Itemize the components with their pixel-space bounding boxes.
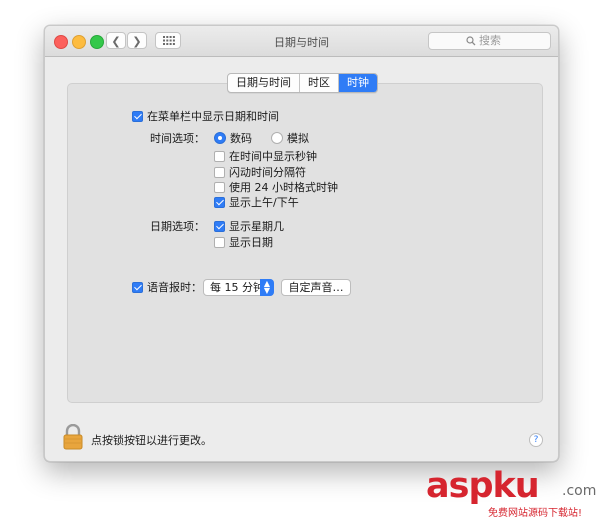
radio-analog[interactable] [271, 132, 283, 144]
search-field[interactable]: 搜索 [428, 32, 551, 50]
show-in-menubar-label: 在菜单栏中显示日期和时间 [147, 110, 279, 123]
show-weekday-row[interactable]: 显示星期几 [214, 220, 284, 234]
radio-digital-label: 数码 [230, 132, 252, 145]
flash-separator-label: 闪动时间分隔符 [229, 166, 306, 179]
tab-bar: 日期与时间 时区 时钟 [227, 73, 378, 93]
tab-date-time[interactable]: 日期与时间 [228, 74, 300, 92]
show-weekday-label: 显示星期几 [229, 220, 284, 233]
use-24-hour-checkbox[interactable] [214, 182, 225, 193]
announce-time-checkbox[interactable] [132, 282, 143, 293]
radio-analog-label: 模拟 [287, 132, 309, 145]
date-options-label: 日期选项： [150, 220, 205, 233]
show-ampm-checkbox[interactable] [214, 197, 225, 208]
customize-voice-button[interactable]: 自定声音… [281, 279, 351, 296]
time-options-label: 时间选项： [150, 132, 205, 145]
show-seconds-label: 在时间中显示秒钟 [229, 150, 317, 163]
announce-interval-select[interactable]: 每 15 分钟 ▲ ▼ [203, 279, 274, 296]
show-seconds-checkbox[interactable] [214, 151, 225, 162]
updown-chevron-icon: ▲ ▼ [260, 279, 274, 296]
tab-time-zone[interactable]: 时区 [300, 74, 339, 92]
radio-digital-row[interactable]: 数码 [214, 132, 252, 146]
use-24-hour-label: 使用 24 小时格式时钟 [229, 181, 338, 194]
use-24-hour-row[interactable]: 使用 24 小时格式时钟 [214, 181, 338, 195]
help-button[interactable]: ? [529, 433, 543, 447]
show-in-menubar-checkbox[interactable] [132, 111, 143, 122]
search-placeholder: 搜索 [479, 34, 501, 47]
watermark-tld: .com [562, 483, 597, 499]
tab-clock[interactable]: 时钟 [339, 74, 377, 92]
show-date-label: 显示日期 [229, 236, 273, 249]
flash-separator-checkbox[interactable] [214, 167, 225, 178]
clock-panel [67, 83, 543, 403]
announce-time-label: 语音报时： [147, 281, 202, 294]
flash-separator-row[interactable]: 闪动时间分隔符 [214, 166, 306, 180]
announce-interval-value: 每 15 分钟 [210, 281, 264, 294]
lock-message: 点按锁按钮以进行更改。 [91, 434, 212, 447]
show-ampm-label: 显示上午/下午 [229, 196, 299, 209]
show-weekday-checkbox[interactable] [214, 221, 225, 232]
preferences-window: ❮ ❯ 日期与时间 搜索 日期与时间 时区 时钟 在菜单栏中显示日期和时间 时间… [44, 25, 559, 462]
watermark-logo: aspku .com 免费网站源码下载站! [426, 466, 596, 521]
watermark-brand: aspku [426, 466, 540, 506]
show-in-menubar-row[interactable]: 在菜单栏中显示日期和时间 [132, 110, 279, 124]
show-seconds-row[interactable]: 在时间中显示秒钟 [214, 150, 317, 164]
announce-time-row[interactable]: 语音报时： [132, 281, 202, 295]
search-icon [466, 36, 476, 46]
title-bar: ❮ ❯ 日期与时间 搜索 [45, 26, 558, 57]
show-date-checkbox[interactable] [214, 237, 225, 248]
radio-digital[interactable] [214, 132, 226, 144]
show-date-row[interactable]: 显示日期 [214, 236, 273, 250]
lock-icon[interactable] [63, 424, 83, 450]
help-icon: ? [533, 435, 539, 445]
radio-analog-row[interactable]: 模拟 [271, 132, 309, 146]
show-ampm-row[interactable]: 显示上午/下午 [214, 196, 299, 210]
watermark-tagline: 免费网站源码下载站! [488, 508, 583, 519]
